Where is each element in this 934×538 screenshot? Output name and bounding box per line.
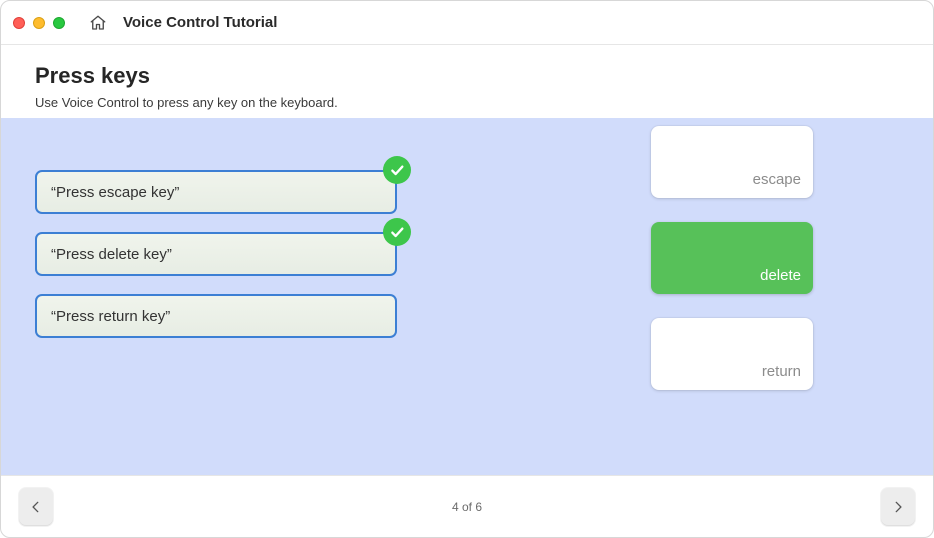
page-subtitle: Use Voice Control to press any key on th… (35, 95, 899, 110)
voice-command: “Press escape key” (35, 170, 397, 214)
footer: 4 of 6 (1, 475, 933, 537)
voice-command: “Press delete key” (35, 232, 397, 276)
tutorial-stage: “Press escape key” “Press delete key” “P… (1, 118, 933, 475)
close-window-button[interactable] (13, 17, 25, 29)
command-row: “Press escape key” (35, 170, 419, 214)
fullscreen-window-button[interactable] (53, 17, 65, 29)
prev-button[interactable] (19, 488, 53, 526)
home-button[interactable] (89, 14, 107, 32)
command-row: “Press delete key” (35, 232, 419, 276)
chevron-left-icon (29, 497, 43, 517)
page-header: Press keys Use Voice Control to press an… (1, 45, 933, 118)
chevron-right-icon (891, 497, 905, 517)
minimize-window-button[interactable] (33, 17, 45, 29)
home-icon (89, 14, 107, 32)
check-icon (383, 218, 411, 246)
command-row: “Press return key” (35, 294, 419, 338)
check-icon (383, 156, 411, 184)
page-title: Press keys (35, 63, 899, 89)
command-list: “Press escape key” “Press delete key” “P… (35, 170, 419, 338)
keycap-escape: escape (651, 126, 813, 198)
keycap-return: return (651, 318, 813, 390)
window-controls (13, 17, 65, 29)
app-window: Voice Control Tutorial Press keys Use Vo… (0, 0, 934, 538)
page-indicator: 4 of 6 (452, 500, 482, 514)
voice-command: “Press return key” (35, 294, 397, 338)
keycap-delete: delete (651, 222, 813, 294)
window-title: Voice Control Tutorial (123, 14, 277, 31)
next-button[interactable] (881, 488, 915, 526)
key-preview: escape delete return (651, 126, 813, 390)
title-bar: Voice Control Tutorial (1, 1, 933, 45)
